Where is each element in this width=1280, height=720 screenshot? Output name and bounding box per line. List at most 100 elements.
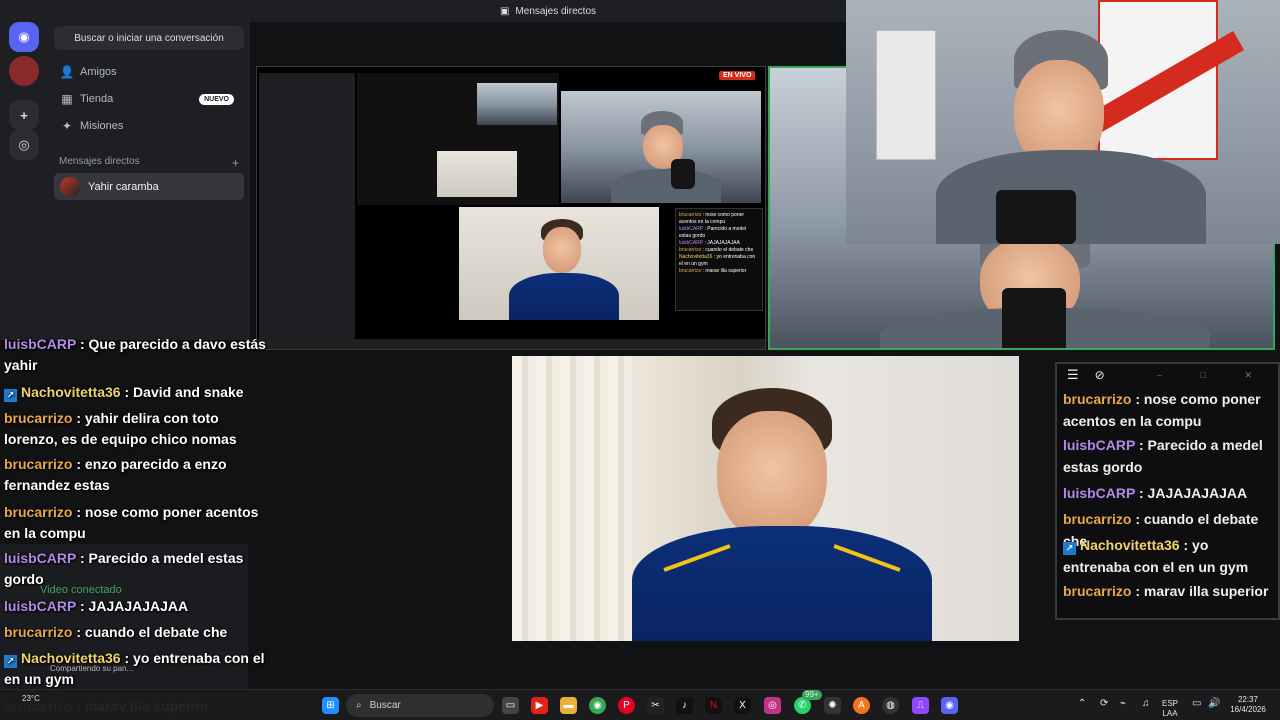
avast-icon[interactable]: A	[853, 697, 870, 714]
chat-separator: :	[72, 624, 85, 640]
screen-share-stream[interactable]: EN VIVO brucarrizo : nose como poner ace…	[256, 66, 766, 350]
weather-temp: 23°C	[22, 694, 40, 703]
netflix-icon[interactable]: N	[705, 697, 722, 714]
chat-username[interactable]: luisbCARP	[4, 550, 76, 566]
chrome-icon[interactable]: ◉	[589, 697, 606, 714]
nested-streamer-cam	[561, 91, 761, 203]
nav-item-label: Amigos	[80, 66, 117, 78]
friends-icon: 👤	[59, 65, 75, 79]
weather-widget[interactable]: 23°C	[22, 694, 40, 703]
discord-home-icon[interactable]: ◉	[9, 22, 39, 52]
clock[interactable]: 22:37 16/4/2026	[1226, 695, 1270, 715]
curtain	[512, 356, 632, 641]
dm-icon: ▣	[499, 5, 510, 17]
network-icon[interactable]: ⌁	[1120, 699, 1126, 709]
x-icon[interactable]: X	[734, 697, 751, 714]
chat-username[interactable]: Nachovitetta36	[1080, 537, 1180, 553]
server-rail: ◉ + ◎	[0, 0, 48, 340]
nav-item-friends[interactable]: 👤 Amigos	[54, 60, 244, 84]
capcut-icon[interactable]: ✂	[647, 697, 664, 714]
twitch-icon[interactable]: ⎍	[912, 697, 929, 714]
show-hidden-icons[interactable]: ⌃	[1078, 699, 1086, 709]
nav-item-shop[interactable]: ▦ Tienda NUEVO	[54, 87, 244, 111]
chat-username[interactable]: brucarrizo	[1063, 511, 1131, 527]
youtube-icon[interactable]: ▶	[531, 697, 548, 714]
subscriber-badge-icon: ↗	[1063, 542, 1076, 555]
avatar	[60, 176, 80, 197]
mic-icon[interactable]: ♫	[1142, 699, 1150, 709]
chat-window-titlebar: ☰ ⊘ – □ ✕	[1057, 364, 1278, 386]
chat-message: brucarrizo : marav illa superior	[1063, 580, 1279, 602]
chat-username[interactable]: luisbCARP	[1063, 437, 1135, 453]
chat-separator: :	[76, 550, 89, 566]
chat-separator: :	[72, 456, 85, 472]
chat-message: luisbCARP : JAJAJAJAJAA	[1063, 482, 1279, 504]
file-explorer-icon[interactable]: ▬	[560, 697, 577, 714]
chat-username[interactable]: Nachovitetta36	[21, 384, 121, 400]
live-badge: EN VIVO	[719, 71, 756, 80]
hide-icon[interactable]: ⊘	[1095, 368, 1105, 382]
sync-icon[interactable]: ⟳	[1100, 699, 1108, 709]
chatgpt-icon[interactable]: ✺	[824, 697, 841, 714]
chat-username[interactable]: brucarrizo	[4, 456, 72, 472]
conversation-search-button[interactable]: Buscar o iniciar una conversación	[54, 26, 244, 50]
dm-header-label: Mensajes directos	[59, 156, 140, 167]
chat-username[interactable]: brucarrizo	[1063, 391, 1131, 407]
taskbar-search[interactable]: ⌕ Buscar	[346, 694, 494, 717]
chat-text: JAJAJAJAJAA	[1147, 485, 1248, 501]
instagram-icon[interactable]: ◎	[764, 697, 781, 714]
dm-user-name: Yahir caramba	[88, 180, 159, 193]
chat-separator: :	[72, 410, 85, 426]
add-dm-icon[interactable]: +	[232, 156, 239, 170]
dm-item-yahir[interactable]: Yahir caramba	[54, 173, 244, 200]
search-placeholder: Buscar	[369, 700, 401, 711]
chat-separator: :	[120, 650, 134, 666]
nav-item-quests[interactable]: ✦ Misiones	[54, 114, 244, 138]
menu-icon[interactable]: ☰	[1067, 367, 1079, 383]
display-icon[interactable]: ▭	[1192, 699, 1201, 709]
chat-separator: :	[76, 598, 89, 614]
page-title: Mensajes directos	[515, 5, 597, 17]
nav-item-label: Misiones	[80, 120, 124, 132]
boca-jersey	[632, 526, 932, 641]
volume-icon[interactable]: 🔊	[1208, 699, 1220, 709]
chat-username[interactable]: luisbCARP	[4, 336, 76, 352]
chat-message: luisbCARP : Parecido a medel estas gordo	[1063, 434, 1279, 478]
user-avatar-icon[interactable]	[9, 56, 39, 86]
chat-username[interactable]: luisbCARP	[1063, 485, 1135, 501]
chat-message: luisbCARP : Parecido a medel estas gordo	[4, 548, 266, 590]
lang-bottom: LAA	[1162, 709, 1178, 718]
chat-username[interactable]: brucarrizo	[4, 624, 72, 640]
discover-icon[interactable]: ◎	[9, 130, 39, 160]
new-badge: NUEVO	[199, 93, 234, 105]
language-indicator[interactable]: ESP LAA	[1162, 699, 1178, 719]
chat-username[interactable]: luisbCARP	[4, 598, 76, 614]
tiktok-icon[interactable]: ♪	[676, 697, 693, 714]
lang-top: ESP	[1162, 699, 1179, 708]
chat-username[interactable]: brucarrizo	[1063, 583, 1131, 599]
river-flag	[1085, 0, 1245, 160]
chat-separator: :	[1179, 537, 1193, 553]
chat-separator: :	[1131, 391, 1144, 407]
windows-start-icon[interactable]: ⊞	[322, 697, 339, 714]
search-icon: ⌕	[356, 700, 362, 711]
clock-time: 22:37	[1237, 695, 1259, 704]
chat-username[interactable]: Nachovitetta36	[21, 650, 121, 666]
chat-popout-window[interactable]: ☰ ⊘ – □ ✕ brucarrizo : nose como poner a…	[1055, 362, 1280, 620]
guest-webcam	[512, 356, 1019, 641]
clock-date: 16/4/2026	[1230, 705, 1266, 714]
windows-taskbar: 23°C ⊞ ⌕ Buscar ▭ ▶ ▬ ◉ P ✂ ♪ N X ◎ ✆ 99…	[0, 689, 1280, 720]
dm-section-header: Mensajes directos +	[59, 156, 239, 170]
chat-separator: :	[76, 336, 89, 352]
chat-username[interactable]: brucarrizo	[4, 504, 72, 520]
add-server-icon[interactable]: +	[9, 100, 39, 130]
discord-taskbar-icon[interactable]: ◉	[941, 697, 958, 714]
chat-username[interactable]: brucarrizo	[4, 410, 72, 426]
chat-separator: :	[1135, 485, 1148, 501]
task-view-icon[interactable]: ▭	[502, 697, 519, 714]
obs-icon[interactable]: ◍	[882, 697, 899, 714]
nested-screen-share	[357, 73, 559, 205]
window-controls[interactable]: – □ ✕	[1157, 370, 1270, 381]
pinterest-icon[interactable]: P	[618, 697, 635, 714]
nested-guest-cam	[459, 207, 659, 320]
